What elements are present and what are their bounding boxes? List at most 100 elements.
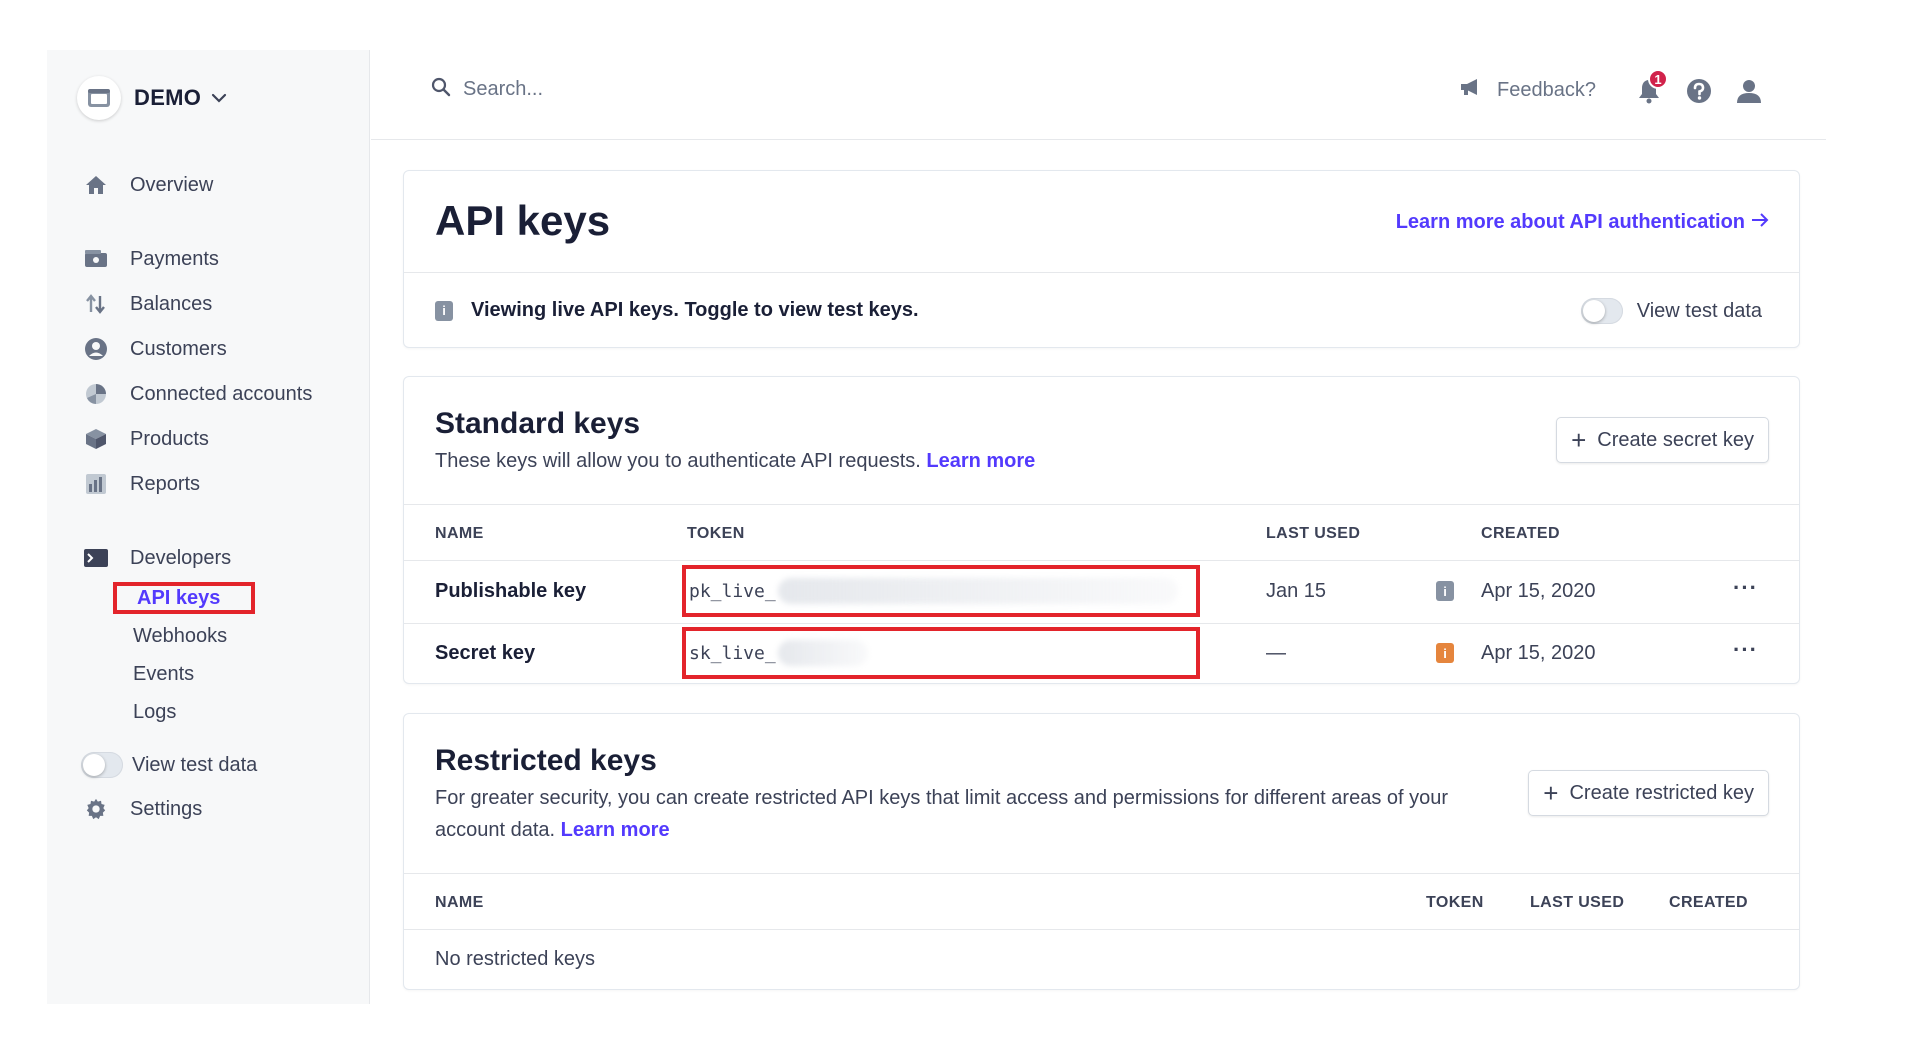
connected-accounts-icon: [83, 381, 109, 407]
column-header-name: NAME: [435, 894, 484, 911]
nav-developers[interactable]: Developers: [83, 541, 231, 575]
reports-icon: [83, 471, 109, 497]
notification-badge: 1: [1648, 69, 1668, 89]
standard-keys-title: Standard keys: [435, 407, 641, 440]
plus-icon: +: [1571, 425, 1587, 455]
help-icon: [1686, 78, 1712, 109]
divider: [404, 504, 1799, 505]
standard-keys-description-text: These keys will allow you to authenticat…: [435, 450, 921, 472]
header-test-data-toggle[interactable]: [1580, 298, 1623, 324]
test-data-toggle[interactable]: [81, 752, 123, 778]
arrow-right-icon: [1751, 211, 1769, 234]
nav-connected-accounts-label: Connected accounts: [130, 382, 313, 405]
column-header-created: CREATED: [1669, 894, 1748, 911]
secret-key-token-prefix: sk_live_: [689, 642, 776, 664]
sidebar-item-webhooks[interactable]: Webhooks: [133, 620, 227, 652]
nav-developers-label: Developers: [130, 546, 232, 569]
account-logo-icon: [77, 76, 121, 120]
nav-balances[interactable]: Balances: [83, 287, 212, 321]
redacted-token: [777, 640, 868, 666]
publishable-key-token[interactable]: pk_live_: [682, 565, 1200, 617]
create-restricted-key-button[interactable]: + Create restricted key: [1528, 770, 1769, 816]
info-icon[interactable]: i: [1436, 581, 1454, 601]
plus-icon: +: [1543, 778, 1559, 808]
column-header-last-used: LAST USED: [1530, 894, 1625, 911]
sidebar-item-api-keys[interactable]: API keys: [113, 582, 255, 614]
more-options-icon[interactable]: ···: [1733, 637, 1758, 663]
notifications-button[interactable]: 1: [1634, 69, 1668, 108]
column-header-name: NAME: [435, 525, 484, 542]
secret-key-created: Apr 15, 2020: [1481, 642, 1596, 664]
secret-key-name: Secret key: [435, 642, 536, 664]
nav-products-label: Products: [130, 427, 209, 450]
chevron-down-icon: [211, 93, 227, 103]
column-header-token: TOKEN: [1426, 894, 1484, 911]
restricted-keys-card: Restricted keys For greater security, yo…: [403, 713, 1800, 990]
nav-reports[interactable]: Reports: [83, 467, 200, 501]
header-view-test-data[interactable]: View test data: [1580, 298, 1762, 324]
more-options-icon[interactable]: ···: [1733, 575, 1758, 601]
nav-customers-label: Customers: [130, 337, 227, 360]
top-bar: Search... Feedback? 1: [371, 50, 1826, 140]
gear-icon: [83, 796, 109, 822]
sidebar-item-events[interactable]: Events: [133, 658, 194, 690]
nav-balances-label: Balances: [130, 292, 213, 315]
live-keys-notice-text: Viewing live API keys. Toggle to view te…: [471, 299, 919, 321]
nav-payments-label: Payments: [130, 247, 219, 270]
help-button[interactable]: [1684, 78, 1714, 108]
search-placeholder: Search...: [463, 78, 544, 100]
api-keys-header-card: API keys Learn more about API authentica…: [403, 170, 1800, 348]
account-switcher[interactable]: DEMO: [77, 74, 227, 122]
standard-keys-learn-more-link[interactable]: Learn more: [926, 450, 1035, 472]
payments-icon: [83, 246, 109, 272]
user-icon: [1736, 78, 1762, 109]
live-keys-notice: i Viewing live API keys. Toggle to view …: [435, 299, 919, 322]
nav-products[interactable]: Products: [83, 422, 209, 456]
divider: [404, 929, 1799, 930]
nav-payments[interactable]: Payments: [83, 242, 219, 276]
standard-keys-card: Standard keys These keys will allow you …: [403, 376, 1800, 684]
create-secret-key-button[interactable]: + Create secret key: [1556, 417, 1769, 463]
divider: [404, 560, 1799, 561]
restricted-keys-description: For greater security, you can create res…: [435, 782, 1475, 846]
no-restricted-keys-message: No restricted keys: [435, 948, 596, 970]
divider: [404, 873, 1799, 874]
search-input[interactable]: Search...: [431, 77, 543, 102]
redacted-token: [777, 578, 1178, 604]
sidebar-item-logs[interactable]: Logs: [133, 696, 176, 728]
column-header-last-used: LAST USED: [1266, 525, 1361, 542]
create-restricted-key-label: Create restricted key: [1569, 781, 1754, 804]
search-icon: [431, 77, 451, 102]
nav-customers[interactable]: Customers: [83, 332, 227, 366]
megaphone-icon: [1459, 77, 1483, 103]
secret-key-token[interactable]: sk_live_: [682, 627, 1200, 679]
nav-overview-label: Overview: [130, 173, 214, 196]
balances-icon: [83, 291, 109, 317]
column-header-token: TOKEN: [687, 525, 745, 542]
nav-settings-label: Settings: [130, 797, 203, 820]
restricted-keys-learn-more-link[interactable]: Learn more: [561, 819, 670, 841]
restricted-keys-title: Restricted keys: [435, 744, 657, 777]
sidebar-view-test-data[interactable]: View test data: [81, 748, 257, 782]
standard-keys-description: These keys will allow you to authenticat…: [435, 445, 1035, 477]
feedback-label: Feedback?: [1497, 78, 1596, 101]
learn-api-authentication-link[interactable]: Learn more about API authentication: [1396, 211, 1769, 234]
publishable-key-created: Apr 15, 2020: [1481, 580, 1596, 602]
divider: [404, 623, 1799, 624]
page-title: API keys: [435, 197, 611, 244]
warning-info-icon[interactable]: i: [1436, 643, 1454, 663]
nav-settings[interactable]: Settings: [83, 792, 202, 826]
customers-icon: [83, 336, 109, 362]
column-header-created: CREATED: [1481, 525, 1560, 542]
nav-overview[interactable]: Overview: [83, 168, 213, 202]
profile-button[interactable]: [1734, 78, 1764, 108]
secret-key-last-used: —: [1266, 642, 1286, 664]
divider: [404, 272, 1799, 273]
info-icon: i: [435, 300, 453, 321]
publishable-key-name: Publishable key: [435, 580, 587, 602]
developers-icon: [83, 545, 109, 571]
learn-api-authentication-label: Learn more about API authentication: [1395, 211, 1745, 233]
nav-reports-label: Reports: [130, 472, 201, 495]
nav-connected-accounts[interactable]: Connected accounts: [83, 377, 312, 411]
feedback-button[interactable]: Feedback?: [1459, 77, 1596, 103]
